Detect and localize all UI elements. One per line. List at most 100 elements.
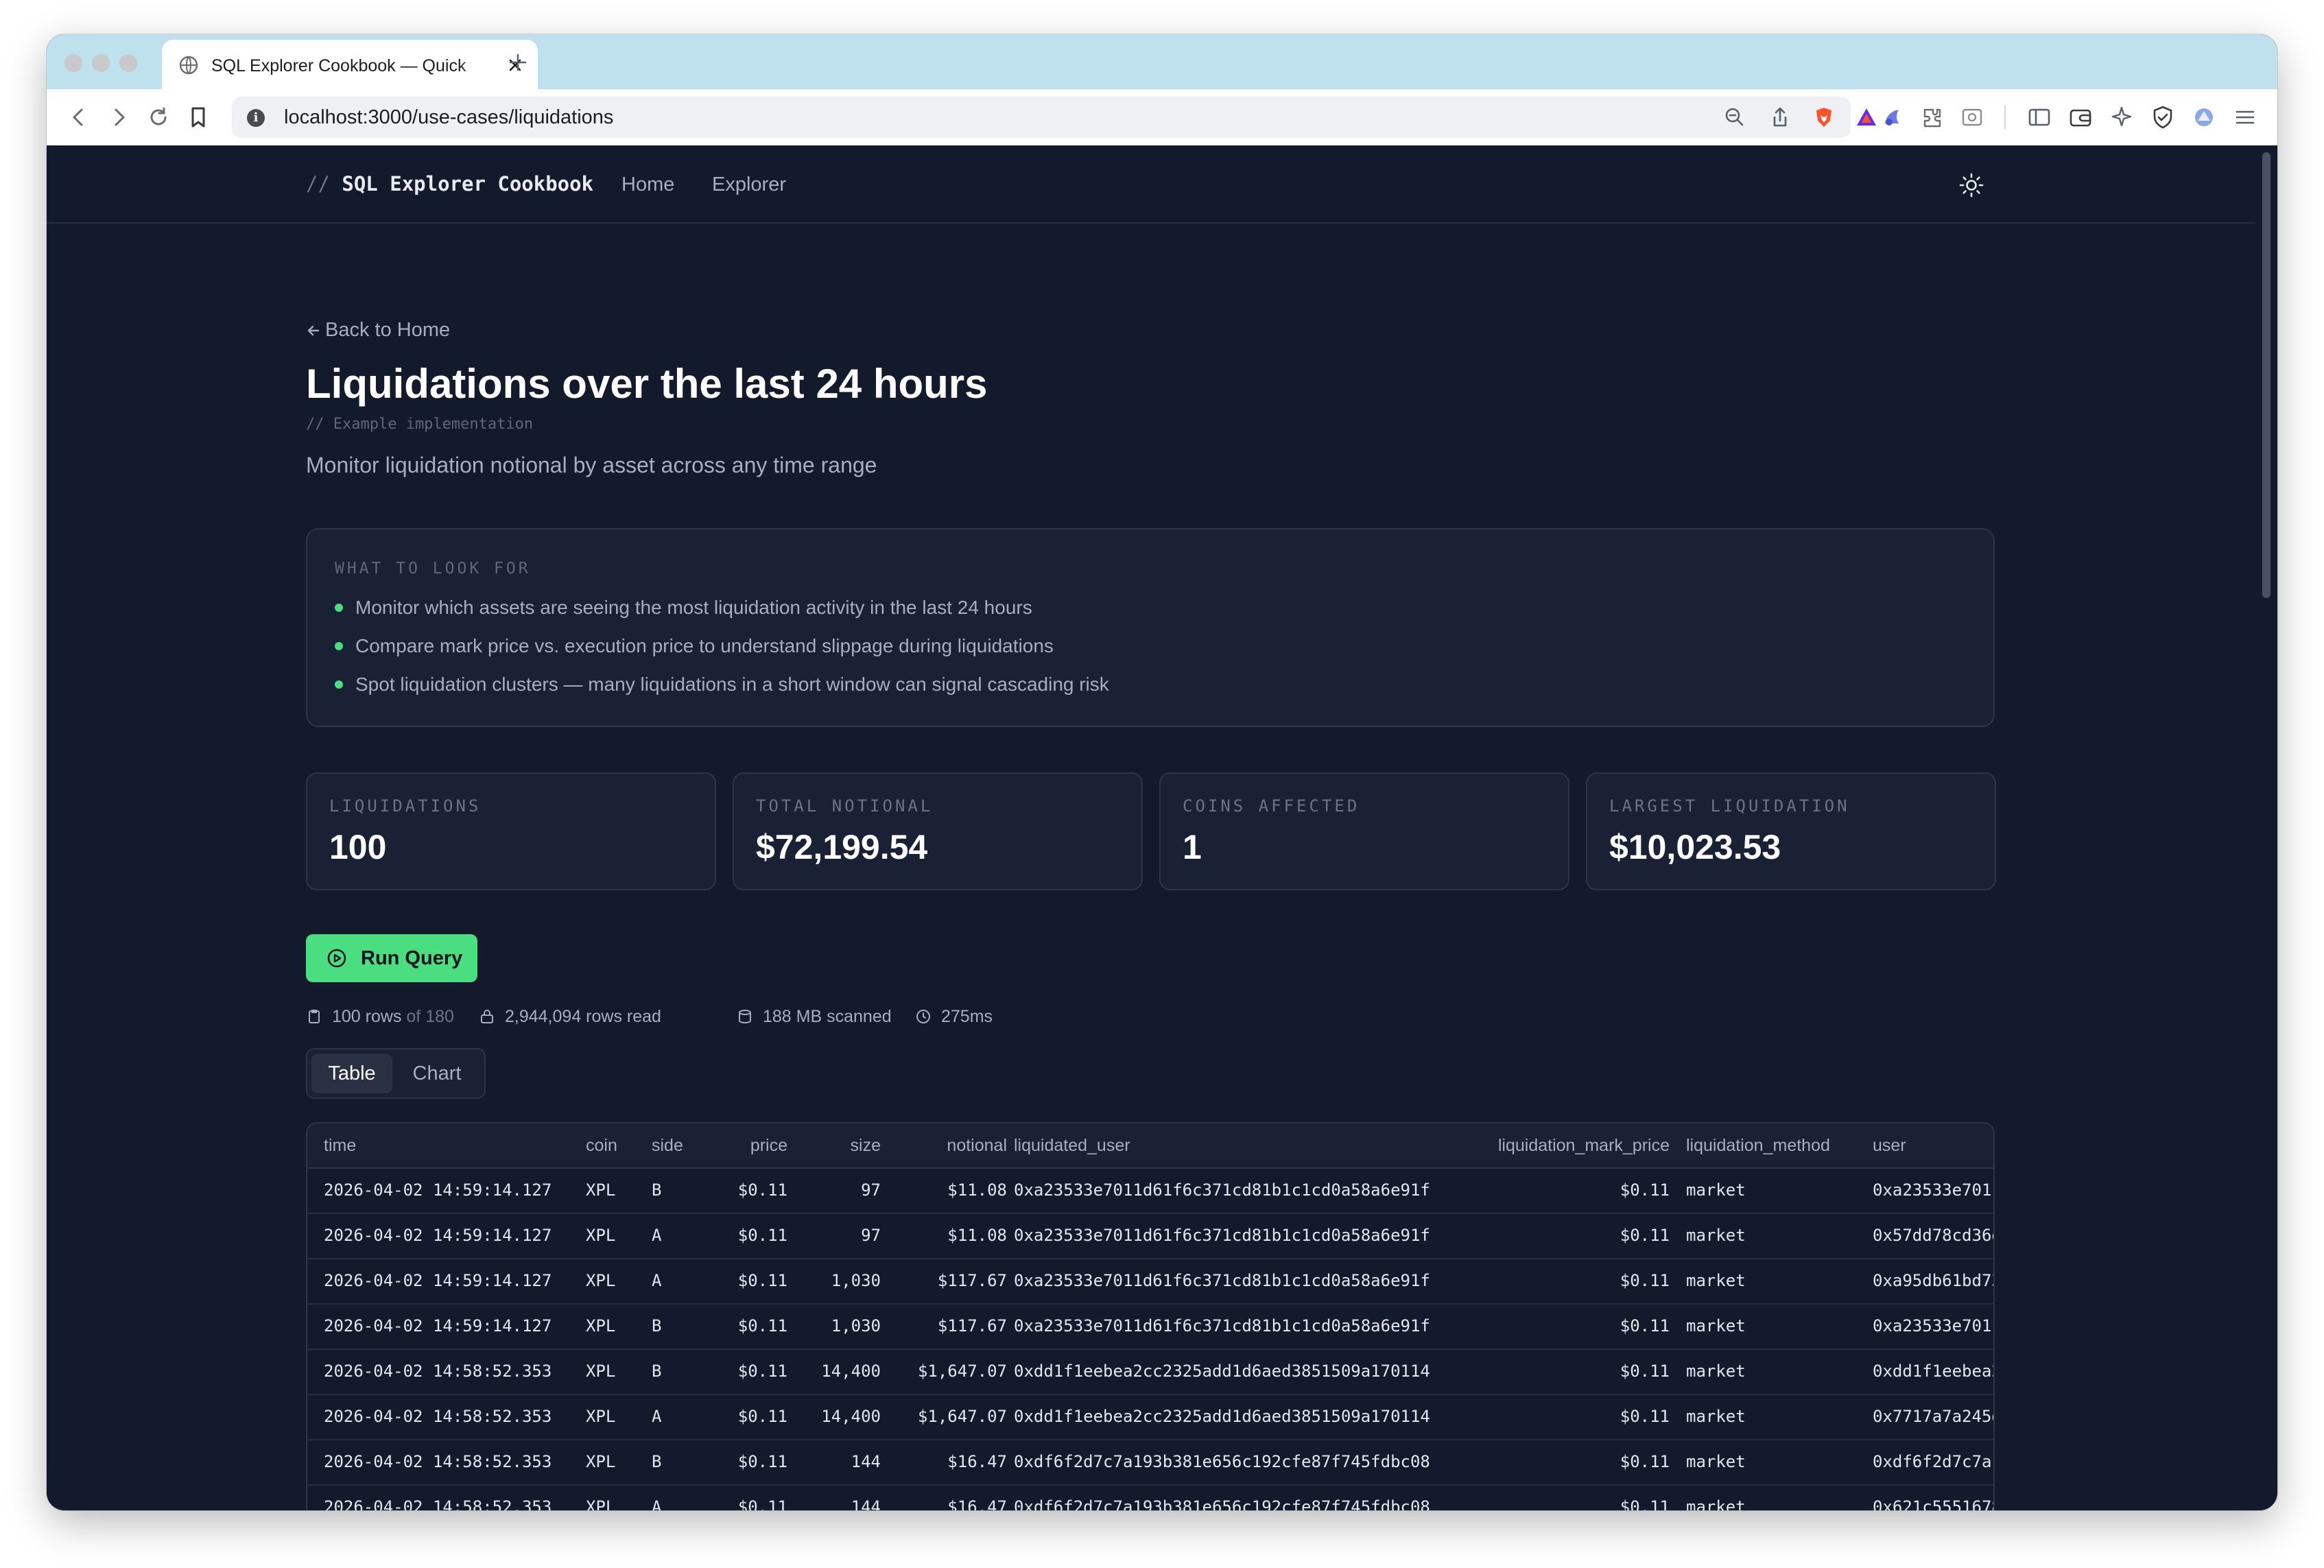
column-header-user[interactable]: user (1873, 1124, 1906, 1167)
cell-time: 2026-04-02 14:59:14.127 (324, 1226, 552, 1245)
run-query-label: Run Query (361, 947, 463, 969)
what-to-look-for-panel: WHAT TO LOOK FOR Monitor which assets ar… (306, 528, 1995, 727)
zoom-out-icon[interactable] (1723, 106, 1746, 129)
cell-time: 2026-04-02 14:58:52.353 (324, 1497, 552, 1510)
profile-icon[interactable] (2191, 104, 2217, 130)
cell-user: 0xa23533e7011 (1873, 1316, 1995, 1335)
brave-shield-icon[interactable] (1812, 106, 1836, 129)
stat-value: $10,023.53 (1609, 828, 1781, 866)
cell-price: $0.11 (737, 1180, 787, 1200)
cell-size: 1,030 (831, 1271, 881, 1290)
tab-chart[interactable]: Chart (396, 1054, 477, 1093)
vpn-shield-icon[interactable] (2150, 104, 2176, 130)
bookmark-icon[interactable] (185, 104, 211, 130)
clipboard-icon (309, 1010, 320, 1023)
scrollbar-thumb[interactable] (2262, 152, 2270, 598)
back-arrow-icon[interactable] (66, 104, 92, 130)
stat-value: $72,199.54 (756, 828, 928, 866)
cell-time: 2026-04-02 14:58:52.353 (324, 1452, 552, 1471)
new-tab-icon[interactable] (508, 52, 528, 73)
browser-tab-active[interactable]: SQL Explorer Cookbook — Quick (162, 40, 538, 89)
nav-link-home[interactable]: Home (621, 171, 674, 198)
column-header-liquidated-user[interactable]: liquidated_user (1014, 1124, 1130, 1167)
column-header-size[interactable]: size (787, 1124, 881, 1167)
cell-liquidation-mark-price: $0.11 (1620, 1316, 1670, 1335)
cell-side: A (652, 1271, 662, 1290)
cell-side: B (652, 1316, 662, 1335)
column-header-price[interactable]: price (691, 1124, 787, 1167)
window-close-dot[interactable] (64, 54, 82, 72)
cell-time: 2026-04-02 14:58:52.353 (324, 1362, 552, 1381)
table-row[interactable]: 2026-04-02 14:58:52.353 XPL B $0.11 14,4… (307, 1349, 1993, 1395)
tab-table[interactable]: Table (311, 1054, 392, 1093)
ai-sparkle-icon[interactable] (2109, 104, 2135, 130)
cell-coin: XPL (586, 1497, 616, 1510)
brand-logo[interactable]: // SQL Explorer Cookbook (306, 170, 593, 198)
lock-icon (481, 1010, 493, 1023)
column-header-coin[interactable]: coin (586, 1124, 617, 1167)
table-row[interactable]: 2026-04-02 14:59:14.127 XPL A $0.11 97 $… (307, 1213, 1993, 1259)
stat-label: LARGEST LIQUIDATION (1609, 796, 1850, 816)
cell-coin: XPL (586, 1362, 616, 1381)
list-item-text: Spot liquidation clusters — many liquida… (355, 674, 1109, 695)
table-row[interactable]: 2026-04-02 14:58:52.353 XPL B $0.11 144 … (307, 1439, 1993, 1486)
sidebar-icon[interactable] (2026, 104, 2052, 130)
stat-value: 100 (329, 828, 387, 866)
cell-user: 0x57dd78cd36e (1873, 1226, 1995, 1245)
table-row[interactable]: 2026-04-02 14:59:14.127 XPL B $0.11 1,03… (307, 1303, 1993, 1350)
sun-icon[interactable] (1958, 171, 1985, 199)
cell-time: 2026-04-02 14:58:52.353 (324, 1407, 552, 1426)
reload-icon[interactable] (145, 104, 171, 130)
cell-coin: XPL (586, 1271, 616, 1290)
leo-ai-icon[interactable] (1880, 104, 1906, 130)
site-info-icon[interactable]: i (247, 109, 265, 127)
top-nav: // SQL Explorer Cookbook Home Explorer (47, 145, 2255, 224)
column-header-side[interactable]: side (652, 1124, 683, 1167)
page-scrollbar[interactable] (2255, 145, 2277, 1510)
table-row[interactable]: 2026-04-02 14:59:14.127 XPL A $0.11 1,03… (307, 1258, 1993, 1305)
brave-rewards-icon[interactable] (1855, 106, 1878, 129)
bytes-scanned: 188 MB scanned (737, 1004, 915, 1029)
column-header-liquidation-method[interactable]: liquidation_method (1686, 1124, 1830, 1167)
cell-liquidated-user: 0xa23533e7011d61f6c371cd81b1c1cd0a58a6e9… (1014, 1271, 1430, 1290)
url-text: localhost:3000/use-cases/liquidations (284, 106, 614, 128)
window-minimize-dot[interactable] (92, 54, 110, 72)
share-icon[interactable] (1768, 106, 1792, 129)
query-duration: 275ms (915, 1004, 1025, 1029)
table-row[interactable]: 2026-04-02 14:58:52.353 XPL A $0.11 144 … (307, 1484, 1993, 1510)
bytes-scanned-text: 188 MB scanned (763, 1007, 892, 1026)
column-header-time[interactable]: time (324, 1124, 356, 1167)
bullet-dot-icon (335, 680, 343, 689)
cell-notional: $11.08 (947, 1226, 1007, 1245)
stat-label: LIQUIDATIONS (329, 796, 482, 816)
cell-size: 144 (851, 1452, 881, 1471)
cell-liquidation-mark-price: $0.11 (1620, 1362, 1670, 1381)
panel-heading: WHAT TO LOOK FOR (335, 560, 531, 578)
cell-liquidation-mark-price: $0.11 (1620, 1497, 1670, 1510)
cell-user: 0xa23533e7011 (1873, 1180, 1995, 1200)
cell-liquidation-method: market (1686, 1271, 1746, 1290)
menu-icon[interactable] (2232, 104, 2258, 130)
extensions-icon[interactable] (1919, 104, 1945, 130)
rows-shown: 100 rows (332, 1007, 402, 1026)
column-header-notional[interactable]: notional (881, 1124, 1007, 1167)
code-subtitle: // Example implementation (306, 416, 534, 433)
cell-time: 2026-04-02 14:59:14.127 (324, 1271, 552, 1290)
table-row[interactable]: 2026-04-02 14:59:14.127 XPL B $0.11 97 $… (307, 1167, 1993, 1214)
column-header-liquidation-mark-price[interactable]: liquidation_mark_price (1425, 1124, 1670, 1167)
forward-arrow-icon[interactable] (106, 104, 132, 130)
wallet-icon[interactable] (2067, 104, 2094, 130)
nav-link-explorer[interactable]: Explorer (712, 171, 786, 198)
address-bar[interactable]: i localhost:3000/use-cases/liquidations (232, 97, 1876, 138)
arrow-left-icon (307, 326, 320, 336)
run-query-button[interactable]: Run Query (306, 934, 477, 982)
cell-price: $0.11 (737, 1316, 787, 1335)
window-zoom-dot[interactable] (119, 54, 137, 72)
cell-liquidated-user: 0xdf6f2d7c7a193b381e656c192cfe87f745fdbc… (1014, 1452, 1430, 1471)
table-row[interactable]: 2026-04-02 14:58:52.353 XPL A $0.11 14,4… (307, 1394, 1993, 1440)
reader-mode-icon[interactable] (1959, 104, 1985, 130)
cell-size: 144 (851, 1497, 881, 1510)
cell-price: $0.11 (737, 1362, 787, 1381)
brand-prefix: // (306, 172, 330, 195)
back-to-home-link[interactable]: Back to Home (306, 317, 450, 343)
